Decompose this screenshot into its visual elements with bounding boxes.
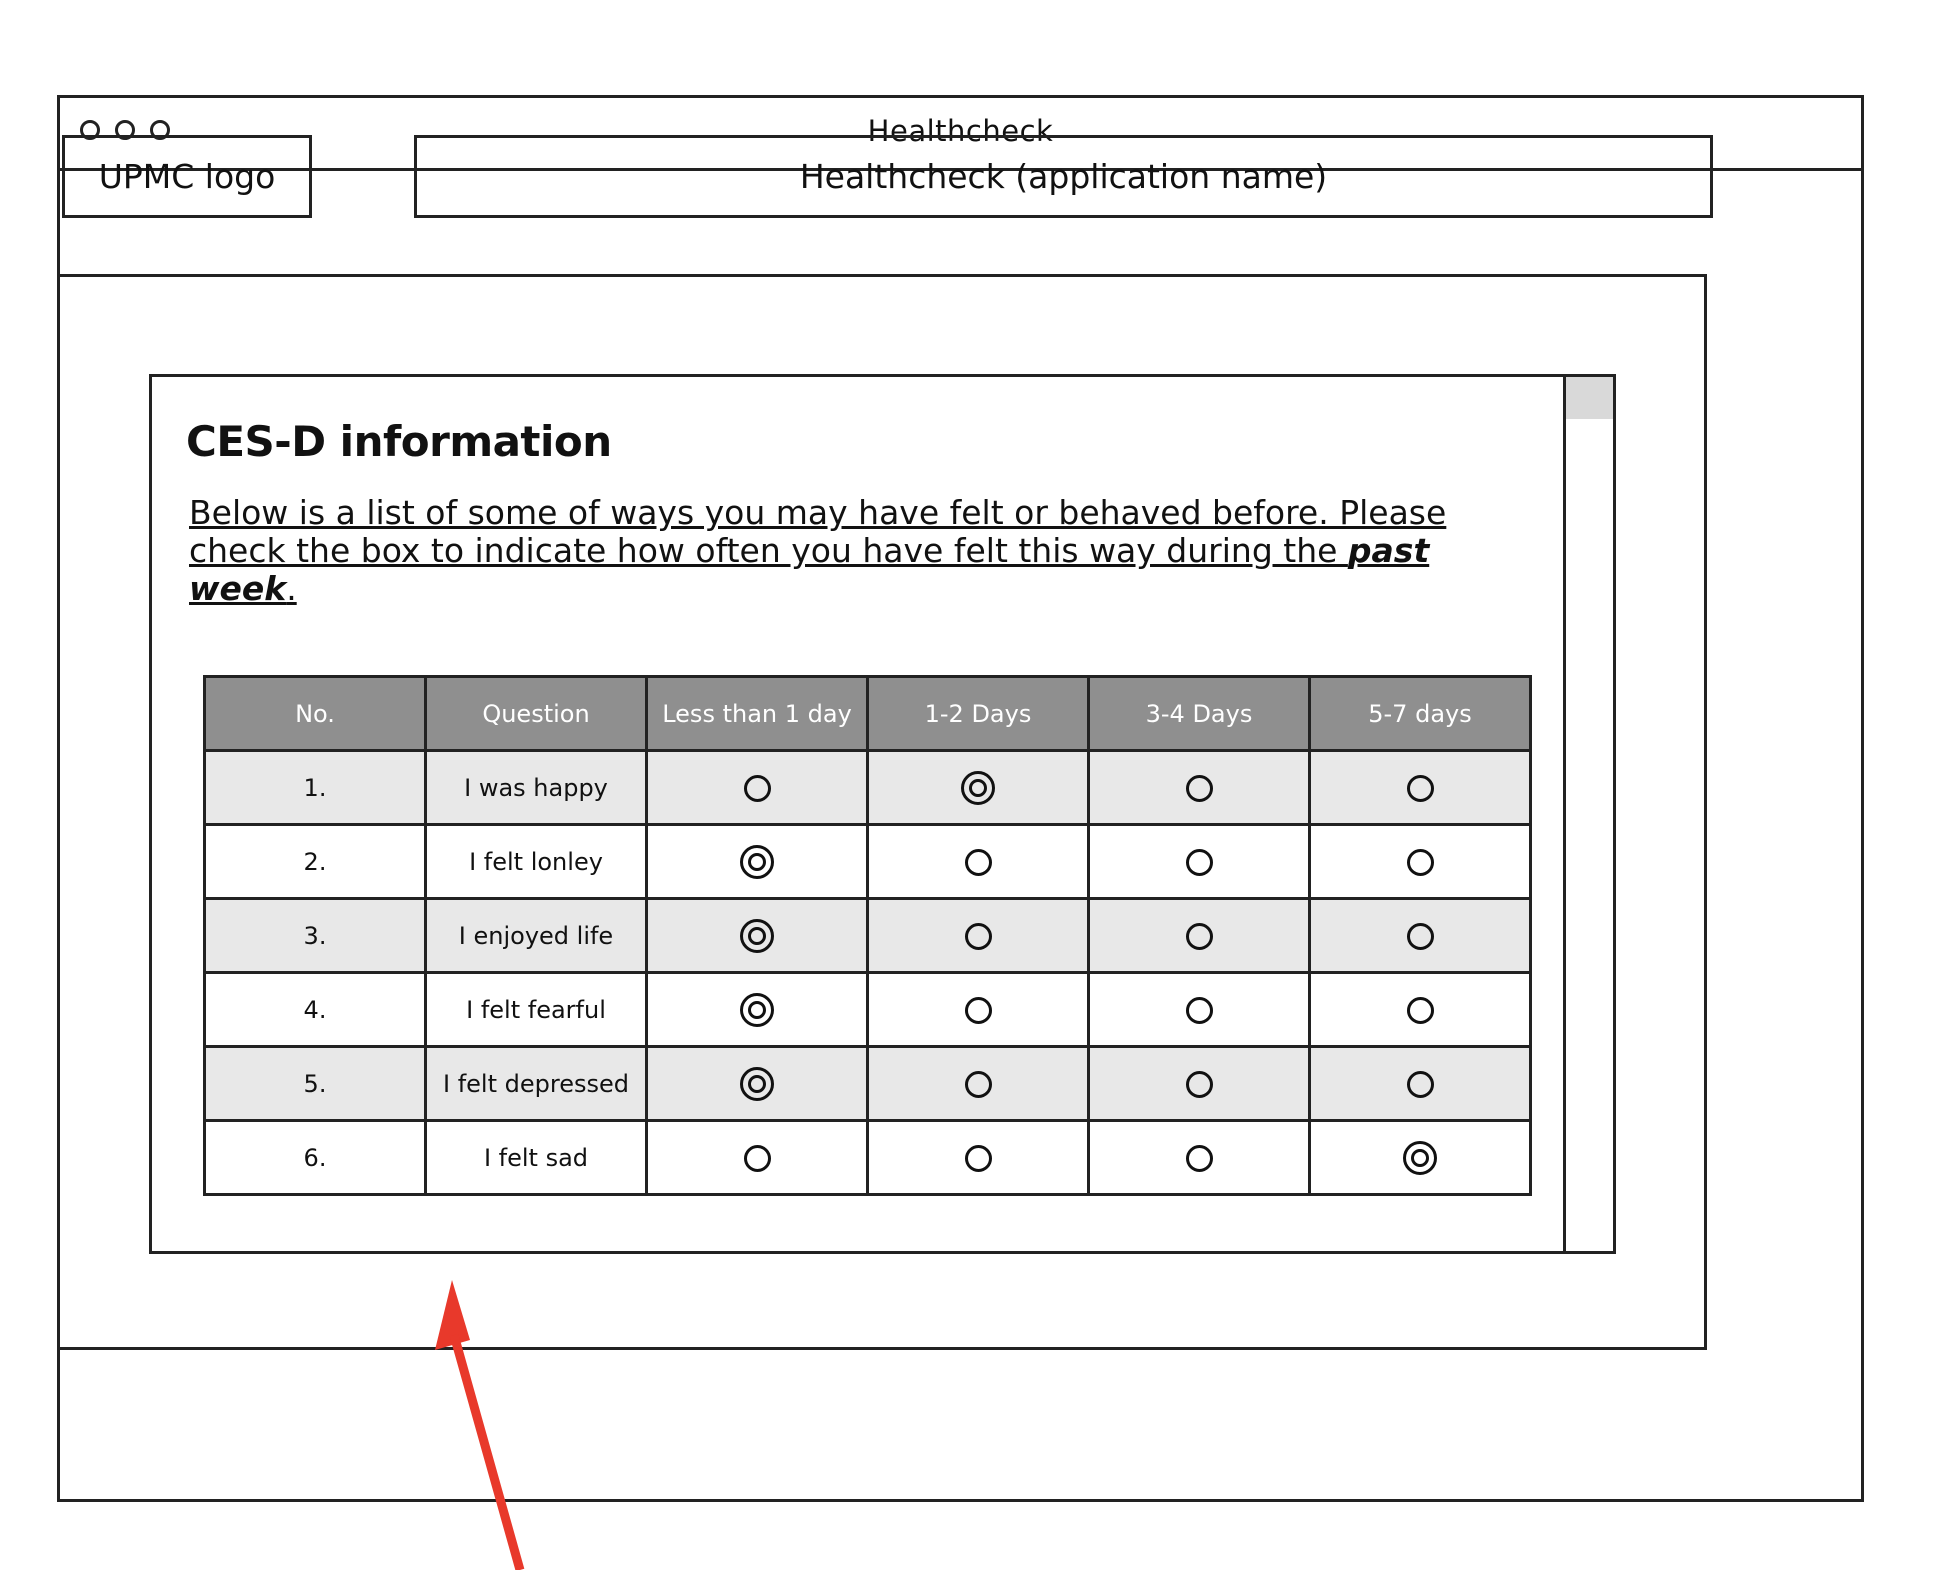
column-header: 5-7 days: [1308, 675, 1532, 752]
radio-option[interactable]: [1406, 1070, 1434, 1098]
response-cell: [866, 823, 1090, 900]
response-cell: [866, 971, 1090, 1048]
row-number: 2.: [203, 823, 427, 900]
table-row: 1. I was happy: [203, 749, 1532, 826]
column-header: Question: [424, 675, 648, 752]
row-number: 3.: [203, 897, 427, 974]
app-name-banner: Healthcheck (application name): [414, 135, 1713, 218]
radio-selected[interactable]: [740, 918, 774, 953]
column-header: Less than 1 day: [645, 675, 869, 752]
row-number: 4.: [203, 971, 427, 1048]
instructions-text: Below is a list of some of ways you may …: [189, 494, 1529, 608]
radio-option[interactable]: [743, 774, 771, 802]
row-number: 1.: [203, 749, 427, 826]
response-cell: [866, 749, 1090, 826]
radio-selected[interactable]: [740, 844, 774, 879]
column-header: No.: [203, 675, 427, 752]
vertical-scrollbar[interactable]: [1563, 377, 1613, 1251]
row-question: I enjoyed life: [424, 897, 648, 974]
row-question: I felt lonley: [424, 823, 648, 900]
table-row: 2. I felt lonley: [203, 823, 1532, 900]
row-question: I felt fearful: [424, 971, 648, 1048]
radio-selected[interactable]: [1403, 1140, 1437, 1175]
row-number: 6.: [203, 1119, 427, 1196]
column-header: 3-4 Days: [1087, 675, 1311, 752]
annotation-arrow-icon: [435, 1280, 525, 1570]
row-question: I felt sad: [424, 1119, 648, 1196]
radio-option[interactable]: [964, 1070, 992, 1098]
instructions-end: .: [286, 569, 297, 608]
radio-option[interactable]: [1185, 1070, 1213, 1098]
row-number: 5.: [203, 1045, 427, 1122]
radio-option[interactable]: [964, 1144, 992, 1172]
arrow-shaft: [449, 1333, 525, 1570]
response-cell: [645, 897, 869, 974]
radio-option[interactable]: [1185, 774, 1213, 802]
radio-option[interactable]: [1185, 922, 1213, 950]
radio-option[interactable]: [964, 848, 992, 876]
upmc-logo: UPMC logo: [62, 135, 312, 218]
response-cell: [1087, 823, 1311, 900]
response-cell: [866, 1119, 1090, 1196]
response-cell: [866, 1045, 1090, 1122]
radio-selected[interactable]: [961, 770, 995, 805]
table-header-row: No. Question Less than 1 day 1-2 Days 3-…: [203, 675, 1532, 752]
row-question: I felt depressed: [424, 1045, 648, 1122]
response-cell: [1308, 749, 1532, 826]
radio-selected[interactable]: [740, 1066, 774, 1101]
response-cell: [1308, 1045, 1532, 1122]
radio-option[interactable]: [1406, 996, 1434, 1024]
response-cell: [1308, 897, 1532, 974]
table-row: 3. I enjoyed life: [203, 897, 1532, 974]
cesd-table-wrapper: No. Question Less than 1 day 1-2 Days 3-…: [203, 675, 1532, 1196]
response-cell: [1087, 971, 1311, 1048]
response-cell: [1308, 1119, 1532, 1196]
row-question: I was happy: [424, 749, 648, 826]
response-cell: [1087, 897, 1311, 974]
cesd-table: No. Question Less than 1 day 1-2 Days 3-…: [203, 675, 1532, 1196]
table-body: 1. I was happy 2. I felt lonley 3. I enjoyed …: [203, 749, 1532, 1196]
response-cell: [1308, 823, 1532, 900]
radio-option[interactable]: [743, 1144, 771, 1172]
radio-option[interactable]: [1185, 1144, 1213, 1172]
response-cell: [1087, 1045, 1311, 1122]
radio-option[interactable]: [964, 922, 992, 950]
radio-option[interactable]: [1406, 922, 1434, 950]
response-cell: [1308, 971, 1532, 1048]
scrollbar-thumb[interactable]: [1566, 377, 1613, 419]
radio-option[interactable]: [964, 996, 992, 1024]
radio-option[interactable]: [1406, 774, 1434, 802]
radio-option[interactable]: [1185, 848, 1213, 876]
instructions-start: Below is a list of some of ways you may …: [189, 493, 1447, 570]
table-row: 4. I felt fearful: [203, 971, 1532, 1048]
response-cell: [1087, 749, 1311, 826]
radio-option[interactable]: [1406, 848, 1434, 876]
response-cell: [1087, 1119, 1311, 1196]
table-row: 5. I felt depressed: [203, 1045, 1532, 1122]
panel-title: CES-D information: [186, 417, 612, 466]
response-cell: [866, 897, 1090, 974]
response-cell: [645, 1045, 869, 1122]
column-header: 1-2 Days: [866, 675, 1090, 752]
radio-option[interactable]: [1185, 996, 1213, 1024]
cesd-panel: CES-D information Below is a list of som…: [149, 374, 1616, 1254]
table-row: 6. I felt sad: [203, 1119, 1532, 1196]
response-cell: [645, 1119, 869, 1196]
response-cell: [645, 823, 869, 900]
response-cell: [645, 749, 869, 826]
radio-selected[interactable]: [740, 992, 774, 1027]
response-cell: [645, 971, 869, 1048]
